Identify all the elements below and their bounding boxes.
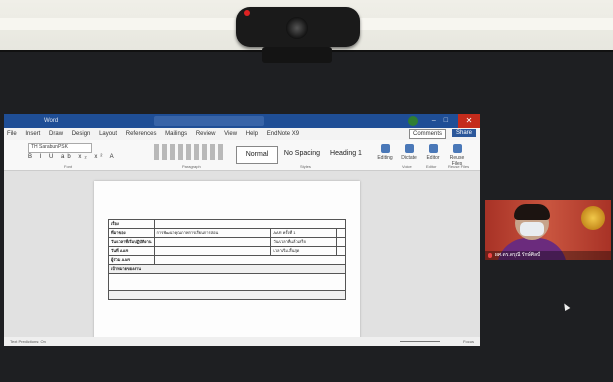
table-row (108, 290, 346, 300)
share-button[interactable]: Share (451, 129, 476, 137)
style-heading-1[interactable]: Heading 1 (326, 146, 366, 162)
table-cell[interactable]: ผู้ร่วม AAR (108, 255, 155, 265)
table-cell[interactable]: เรื่อง (108, 219, 155, 229)
table-cell[interactable]: AAR ครั้งที่ 1 (270, 228, 338, 238)
participant-video[interactable]: ผศ.ดร.ดรุณี รักษ์ศิลป์ (485, 200, 611, 260)
table-cell[interactable] (108, 273, 346, 291)
tab-mailings[interactable]: Mailings (165, 131, 187, 137)
table-cell[interactable] (336, 237, 346, 247)
tab-review[interactable]: Review (196, 131, 216, 137)
table-cell[interactable]: ที่มาของ (108, 228, 155, 238)
search-box[interactable] (154, 116, 264, 126)
participant-hair (514, 204, 550, 220)
emblem-logo (581, 206, 605, 230)
table-cell[interactable] (153, 237, 272, 247)
face-mask (520, 222, 544, 236)
font-name-select[interactable]: TH SarabunPSK (28, 143, 92, 153)
tab-insert[interactable]: Insert (25, 131, 40, 137)
editor-icon (428, 144, 438, 153)
tab-draw[interactable]: Draw (49, 131, 63, 137)
webcam-lens (286, 17, 308, 39)
tab-endnote[interactable]: EndNote X9 (267, 131, 299, 137)
table-row: ที่มาของ การพัฒนาคุณภาพการเรียนการสอน AA… (108, 228, 346, 238)
table-row: วัน/เวลาที่เริ่มปฏิบัติงาน วัน/เวลาที่แล… (108, 237, 346, 247)
table-cell[interactable]: เวลาเริ่ม-สิ้นสุด (270, 246, 338, 256)
tab-file[interactable]: File (7, 131, 17, 137)
word-window: Word –□ ✕ File Insert Draw Design Layout… (4, 114, 480, 346)
ribbon: TH SarabunPSK B I U ab x₂ x² A Normal No… (4, 140, 480, 171)
table-cell[interactable]: การพัฒนาคุณภาพการเรียนการสอน (153, 228, 272, 238)
table-cell[interactable] (153, 219, 346, 229)
table-cell[interactable] (153, 255, 346, 265)
microphone-icon (404, 144, 414, 153)
group-voice-label: Voice (402, 164, 412, 169)
status-text-predictions[interactable]: Text Predictions: On (10, 339, 46, 344)
table-row (108, 273, 346, 291)
status-bar: Text Predictions: On Focus (4, 337, 480, 346)
tab-references[interactable]: References (126, 131, 157, 137)
group-reuse-label: Reuse Files (448, 164, 470, 169)
tab-help[interactable]: Help (246, 131, 258, 137)
group-font-label: Font (64, 164, 73, 169)
style-normal[interactable]: Normal (236, 146, 278, 164)
document-page[interactable]: เรื่อง ที่มาของ การพัฒนาคุณภาพการเรียนกา… (94, 181, 360, 346)
editor-button[interactable]: Editor (422, 144, 444, 161)
table-cell[interactable] (336, 228, 346, 238)
group-paragraph-label: Paragraph (182, 164, 201, 169)
table-cell[interactable]: เป้าหมายของงาน (108, 264, 346, 274)
window-title: Word (44, 118, 59, 124)
table-cell[interactable]: วัน/เวลาที่แล้วเสร็จ (270, 237, 338, 247)
aar-form-table: เรื่อง ที่มาของ การพัฒนาคุณภาพการเรียนกา… (108, 219, 346, 300)
title-bar: Word –□ ✕ (4, 114, 480, 128)
status-focus[interactable]: Focus (463, 339, 474, 344)
table-cell[interactable] (108, 290, 346, 300)
group-editor-label: Editor (426, 164, 437, 169)
editing-button[interactable]: Editing (374, 144, 396, 161)
participant-name: ผศ.ดร.ดรุณี รักษ์ศิลป์ (485, 251, 611, 260)
table-cell[interactable] (336, 246, 346, 256)
webcam (236, 7, 360, 47)
tab-layout[interactable]: Layout (99, 131, 117, 137)
webcam-indicator-light (244, 10, 250, 16)
zoom-slider[interactable] (400, 341, 440, 342)
find-icon (380, 144, 390, 153)
window-controls[interactable]: –□ (432, 117, 456, 124)
font-format-buttons[interactable]: B I U ab x₂ x² A (28, 154, 117, 160)
tab-view[interactable]: View (224, 131, 237, 137)
table-row: ผู้ร่วม AAR (108, 255, 346, 265)
table-cell[interactable] (153, 246, 272, 256)
paragraph-buttons[interactable] (154, 144, 224, 160)
table-row: เรื่อง (108, 219, 346, 229)
close-button[interactable]: ✕ (458, 114, 480, 128)
ribbon-tabs: File Insert Draw Design Layout Reference… (4, 128, 480, 140)
table-row: วันที่ AAR เวลาเริ่ม-สิ้นสุด (108, 246, 346, 256)
account-avatar[interactable] (408, 116, 418, 126)
reuse-files-icon (452, 144, 462, 153)
document-canvas[interactable]: เรื่อง ที่มาของ การพัฒนาคุณภาพการเรียนกา… (4, 171, 480, 346)
muted-mic-icon (488, 253, 492, 258)
group-styles-label: Styles (300, 164, 311, 169)
dictate-button[interactable]: Dictate (398, 144, 420, 161)
comments-button[interactable]: Comments (408, 129, 446, 139)
table-row: เป้าหมายของงาน (108, 264, 346, 274)
table-cell[interactable]: วัน/เวลาที่เริ่มปฏิบัติงาน (108, 237, 155, 247)
table-cell[interactable]: วันที่ AAR (108, 246, 155, 256)
webcam-mount (262, 47, 332, 63)
tab-design[interactable]: Design (72, 131, 91, 137)
style-no-spacing[interactable]: No Spacing (282, 146, 322, 162)
